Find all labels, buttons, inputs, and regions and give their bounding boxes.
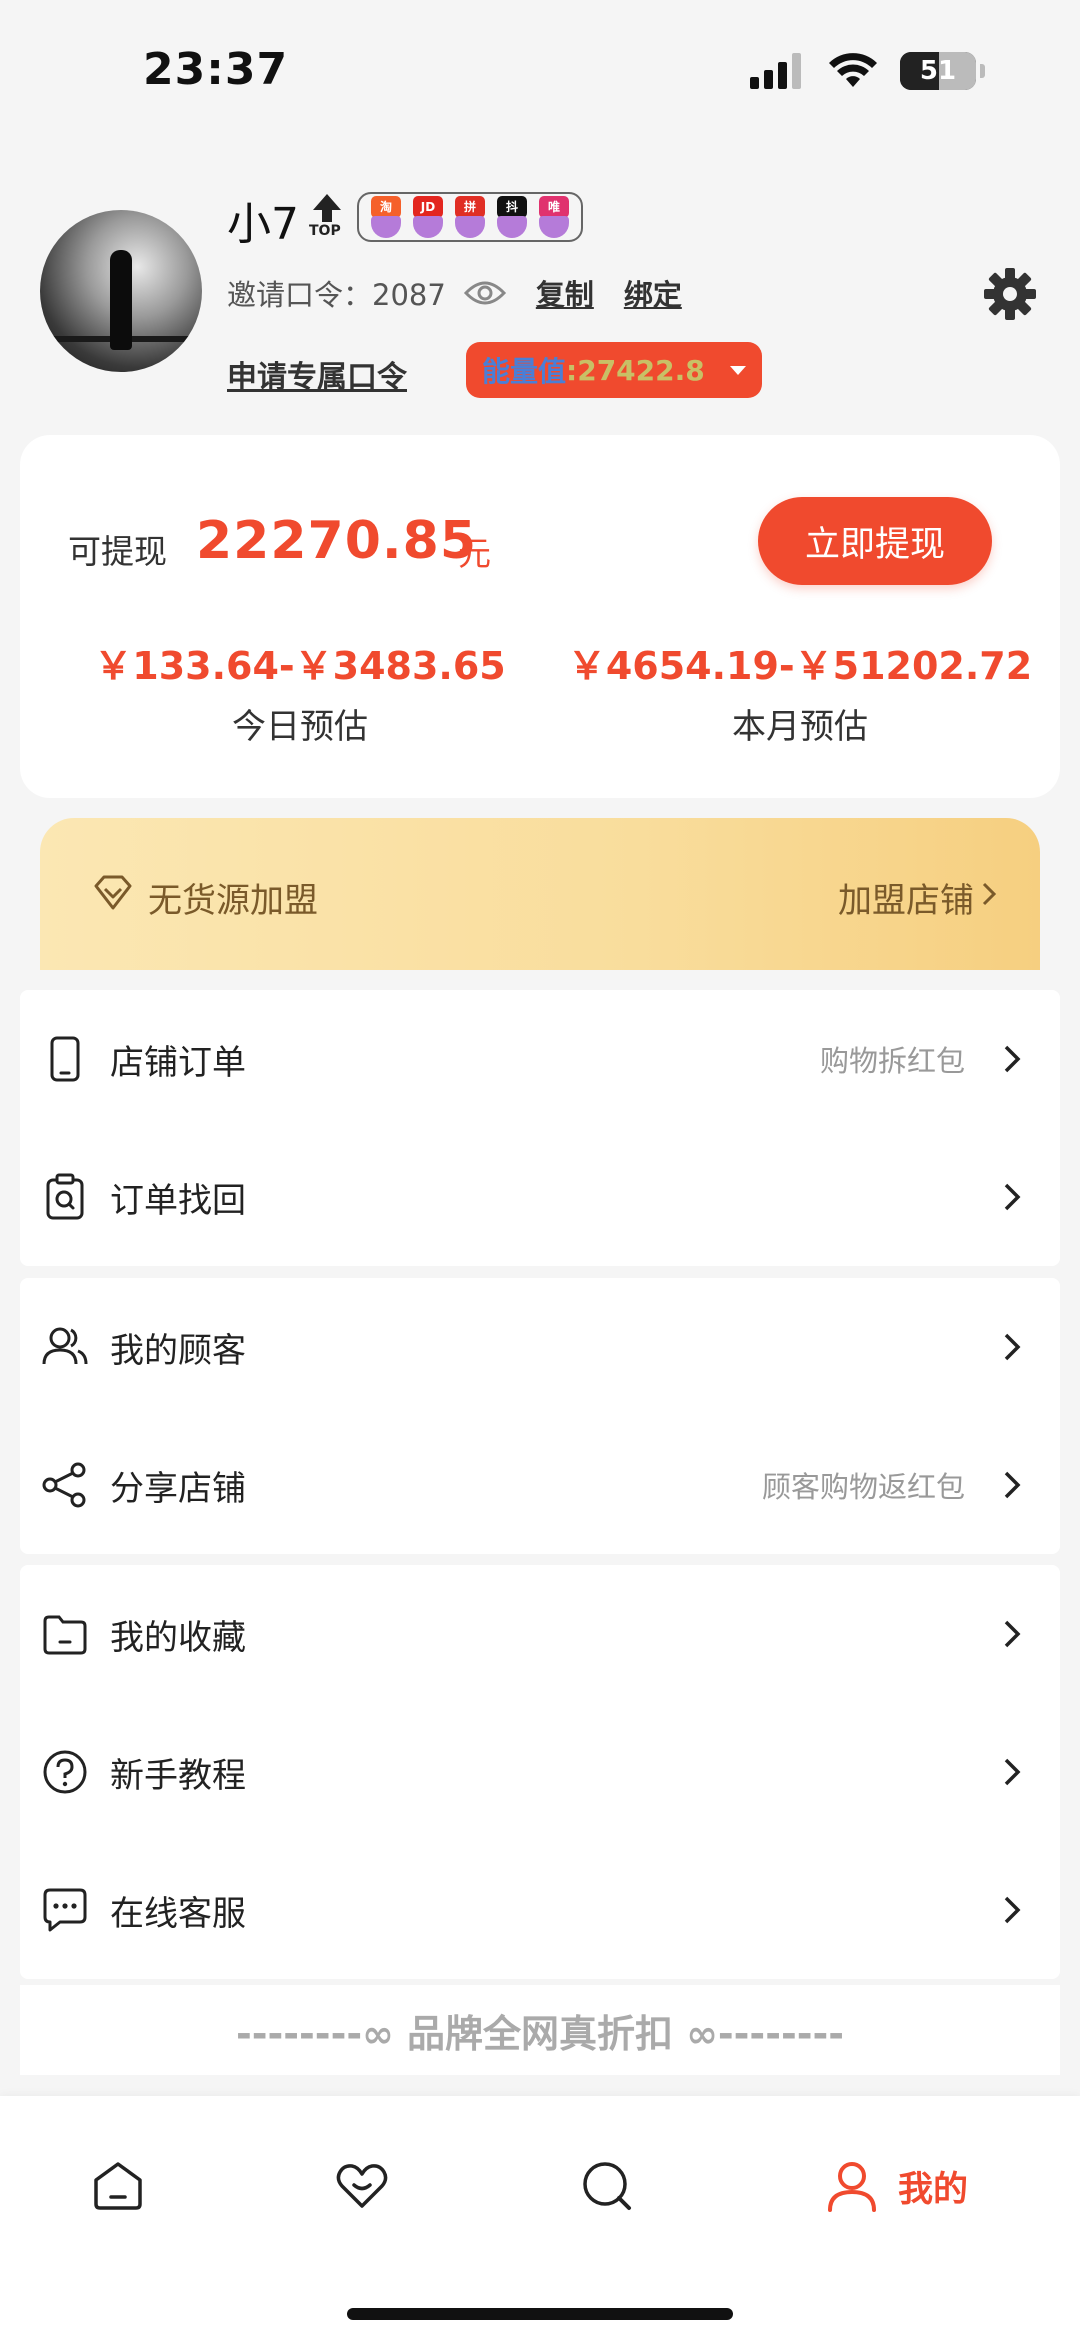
menu-item-share-store[interactable]: 分享店铺 顾客购物返红包 <box>20 1416 1060 1554</box>
status-bar: 23:37 51 <box>0 0 1080 140</box>
invite-code: 邀请口令：2087 <box>227 278 446 312</box>
signal-icon <box>750 53 801 89</box>
platform-badge-jd: JD <box>411 196 445 238</box>
withdrawable-label: 可提现 <box>68 532 167 571</box>
heart-icon <box>336 2164 388 2208</box>
customers-icon <box>42 1327 88 1365</box>
home-icon <box>94 2162 142 2210</box>
home-indicator[interactable] <box>347 2308 733 2320</box>
tab-home[interactable] <box>90 2146 146 2226</box>
menu-label: 店铺订单 <box>110 1042 246 1083</box>
top-badge-text: TOP <box>309 223 341 239</box>
menu-item-customer-service[interactable]: 在线客服 <box>20 1841 1060 1979</box>
amount-unit: 元 <box>458 534 491 573</box>
chat-icon <box>43 1888 87 1932</box>
chevron-right-icon <box>1004 1620 1021 1648</box>
menu-group-orders: 店铺订单 购物拆红包 订单找回 <box>20 990 1060 1266</box>
menu-label: 我的顾客 <box>110 1330 246 1371</box>
chevron-right-icon <box>1004 1758 1021 1786</box>
battery-icon: 51 <box>900 52 976 90</box>
wifi-icon <box>829 53 877 87</box>
menu-group-customers: 我的顾客 分享店铺 顾客购物返红包 <box>20 1278 1060 1554</box>
chevron-right-icon <box>982 882 997 906</box>
tab-mine[interactable]: 我的 <box>824 2146 968 2226</box>
gear-icon[interactable] <box>982 266 1038 322</box>
withdrawable-amount: 22270.85 <box>196 511 478 571</box>
energy-label: 能量值 <box>482 355 567 388</box>
chevron-right-icon <box>1004 1896 1021 1924</box>
menu-hint: 购物拆红包 <box>819 1044 965 1078</box>
menu-item-store-orders[interactable]: 店铺订单 购物拆红包 <box>20 990 1060 1128</box>
caret-down-icon <box>730 365 746 375</box>
menu-label: 订单找回 <box>110 1180 246 1221</box>
invite-row: 邀请口令：2087 复制 绑定 <box>227 272 682 314</box>
chevron-right-icon <box>1004 1183 1021 1211</box>
menu-item-my-customers[interactable]: 我的顾客 <box>20 1278 1060 1416</box>
menu-group-more: 我的收藏 新手教程 在线客服 <box>20 1565 1060 1979</box>
tab-favorites[interactable] <box>334 2146 390 2226</box>
menu-hint: 顾客购物返红包 <box>761 1470 965 1504</box>
tab-mine-label: 我的 <box>898 2169 969 2210</box>
platform-badge-douyin: 抖 <box>495 196 529 238</box>
platform-badges: 淘 JD 拼 抖 唯 <box>357 192 583 242</box>
status-icons: 51 <box>750 52 985 90</box>
username: 小7 <box>227 199 299 250</box>
franchise-banner[interactable]: 无货源加盟 加盟店铺 <box>40 818 1040 970</box>
battery-level: 51 <box>919 56 957 86</box>
diamond-icon <box>94 875 132 910</box>
franchise-link[interactable]: 加盟店铺 <box>838 873 974 922</box>
avatar[interactable] <box>40 210 202 372</box>
chevron-right-icon <box>1004 1045 1021 1073</box>
menu-item-tutorial[interactable]: 新手教程 <box>20 1703 1060 1841</box>
month-estimate-range: ￥4654.19-￥51202.72 <box>567 644 1033 688</box>
tab-bar: 我的 <box>0 2096 1080 2341</box>
order-search-icon <box>46 1173 84 1220</box>
platform-badge-pdd: 拼 <box>453 196 487 238</box>
share-icon <box>42 1462 86 1508</box>
user-icon <box>828 2162 876 2212</box>
menu-label: 我的收藏 <box>110 1617 246 1658</box>
platform-badge-vip: 唯 <box>537 196 571 238</box>
chevron-right-icon <box>1004 1333 1021 1361</box>
search-icon <box>583 2162 631 2210</box>
today-estimate-range: ￥133.64-￥3483.65 <box>94 644 506 688</box>
menu-label: 分享店铺 <box>110 1468 246 1509</box>
tab-search[interactable] <box>579 2146 635 2226</box>
folder-icon <box>43 1615 87 1655</box>
menu-label: 在线客服 <box>110 1893 246 1934</box>
brand-slogan: --------∞ 品牌全网真折扣 ∞-------- <box>20 1985 1060 2075</box>
apply-code-link[interactable]: 申请专属口令 <box>227 352 407 396</box>
franchise-title: 无货源加盟 <box>148 881 318 921</box>
earnings-card: 可提现 22270.85 元 立即提现 ￥133.64-￥3483.65 今日预… <box>20 435 1060 798</box>
today-estimate-label: 今日预估 <box>232 707 368 747</box>
help-icon <box>43 1750 87 1794</box>
copy-button[interactable]: 复制 <box>536 272 594 314</box>
eye-icon[interactable] <box>463 279 506 307</box>
profile-header: 小7 TOP 淘 JD 拼 抖 唯 邀请口令：2087 复制 绑定 申请专属口令… <box>0 180 1080 420</box>
top-badge: TOP <box>309 194 345 242</box>
menu-item-favorites[interactable]: 我的收藏 <box>20 1565 1060 1703</box>
battery-tip <box>980 64 985 78</box>
withdraw-button[interactable]: 立即提现 <box>758 497 992 585</box>
up-arrow-icon <box>313 194 341 210</box>
phone-icon <box>50 1036 80 1082</box>
platform-badge-taobao: 淘 <box>369 196 403 238</box>
bind-button[interactable]: 绑定 <box>624 272 682 314</box>
menu-item-order-recovery[interactable]: 订单找回 <box>20 1128 1060 1266</box>
status-time: 23:37 <box>143 44 289 95</box>
energy-dropdown[interactable]: 能量值 :27422.8 <box>466 342 762 398</box>
month-estimate-label: 本月预估 <box>732 707 868 747</box>
energy-value: :27422.8 <box>566 353 705 387</box>
chevron-right-icon <box>1004 1471 1021 1499</box>
menu-label: 新手教程 <box>110 1755 246 1796</box>
